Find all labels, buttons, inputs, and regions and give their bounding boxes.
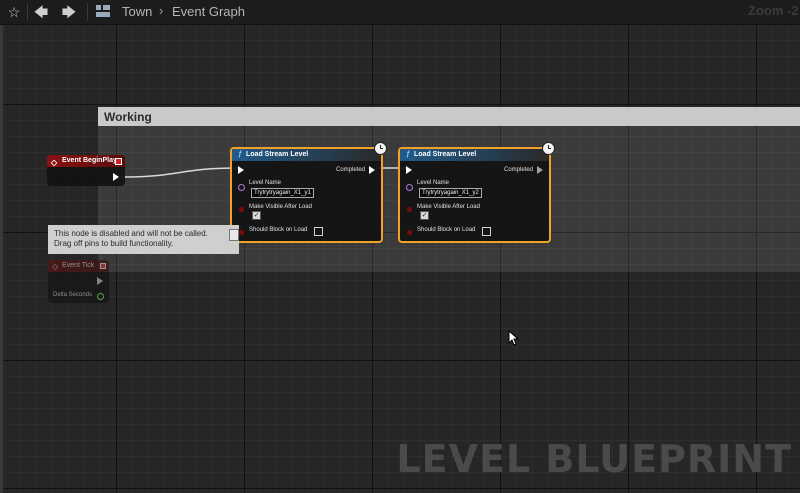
level-name-label-1: Level Name [249,180,282,186]
level-name-input-1[interactable]: Trytrytryagain_X1_y1 [251,188,314,198]
event-tick-header: ◇ Event Tick [48,260,109,272]
mouse-cursor-icon [508,330,520,346]
event-tick-title: Event Tick [62,262,95,269]
load-stream-level-node-2[interactable]: ƒ Load Stream Level Completed Level Name… [398,142,555,243]
tooltip-line-1: This node is disabled and will not be ca… [54,229,208,238]
completed-exec-pin-2-empty[interactable] [537,166,543,174]
load-stream-level-header-1: ƒ Load Stream Level [232,149,381,161]
breadcrumb-town[interactable]: Town [122,4,152,19]
object-pin-icon[interactable] [406,184,413,191]
exec-in-pin[interactable] [238,166,244,174]
zoom-level: Zoom -2 [748,3,799,18]
make-visible-label-1: Make Visible After Load [249,204,312,210]
latent-clock-icon [374,142,387,155]
completed-label-2: Completed [504,167,534,173]
level-name-label-2: Level Name [417,180,450,186]
left-panel-edge [0,25,3,493]
event-diamond-icon: ◇ [51,158,58,167]
event-beginplay-node[interactable]: ◇ Event BeginPlay [47,155,125,186]
delta-seconds-label: Delta Seconds [53,292,93,298]
load-stream-level-title-1: Load Stream Level [246,151,309,158]
favorite-star-icon[interactable]: ☆ [5,3,23,21]
should-block-checkbox-2[interactable] [482,227,491,236]
load-stream-level-title-2: Load Stream Level [414,151,477,158]
bool-pin-icon[interactable] [239,230,244,235]
function-icon: ƒ [406,151,410,158]
comment-header[interactable]: Working [98,107,800,126]
breadcrumb-event-graph[interactable]: Event Graph [172,4,245,19]
exec-out-pin[interactable] [113,173,119,181]
event-beginplay-header: ◇ Event BeginPlay [47,155,125,167]
load-stream-level-node-1[interactable]: ƒ Load Stream Level Completed Level Name… [230,142,387,243]
forward-arrow-icon[interactable]: 🡆 [60,3,78,21]
exec-out-pin[interactable] [97,277,103,285]
completed-label-1: Completed [336,167,366,173]
make-visible-label-2: Make Visible After Load [417,204,480,210]
tooltip-node-icon [229,229,239,241]
disabled-node-tooltip: This node is disabled and will not be ca… [48,225,239,254]
graph-toolbar: ☆ 🡄 🡆 Town › Event Graph Zoom -2 [0,0,800,25]
back-arrow-icon[interactable]: 🡄 [32,3,50,21]
load-stream-level-header-2: ƒ Load Stream Level [400,149,549,161]
tooltip-line-2: Drag off pins to build functionality. [54,239,174,248]
graph-grid-icon [96,5,110,18]
delegate-pin[interactable] [115,158,122,165]
completed-exec-pin-1[interactable] [369,166,375,174]
should-block-label-2: Should Block on Load [417,227,476,233]
bool-pin-icon[interactable] [407,207,412,212]
comment-title: Working [104,110,152,124]
latent-clock-icon [542,142,555,155]
delegate-pin[interactable] [100,263,106,269]
should-block-checkbox-1[interactable] [314,227,323,236]
should-block-label-1: Should Block on Load [249,227,308,233]
bool-pin-icon[interactable] [407,230,412,235]
object-pin-icon[interactable] [238,184,245,191]
event-diamond-icon: ◇ [52,262,59,271]
blueprint-graph-canvas[interactable]: Working ◇ Event BeginPlay ƒ Load Stream … [0,0,800,493]
event-beginplay-title: Event BeginPlay [62,157,117,164]
exec-in-pin[interactable] [406,166,412,174]
make-visible-checkbox-2[interactable]: ✓ [420,211,429,220]
toolbar-divider [87,3,88,21]
make-visible-checkbox-1[interactable]: ✓ [252,211,261,220]
event-tick-node[interactable]: ◇ Event Tick Delta Seconds [48,260,109,303]
float-pin-icon[interactable] [97,293,104,300]
breadcrumb-chevron-icon: › [159,3,164,18]
level-blueprint-watermark: LEVEL BLUEPRINT [396,437,792,481]
function-icon: ƒ [238,151,242,158]
bool-pin-icon[interactable] [239,207,244,212]
level-name-input-2[interactable]: Trytrytryagain_X1_y2 [419,188,482,198]
toolbar-divider [27,3,28,21]
